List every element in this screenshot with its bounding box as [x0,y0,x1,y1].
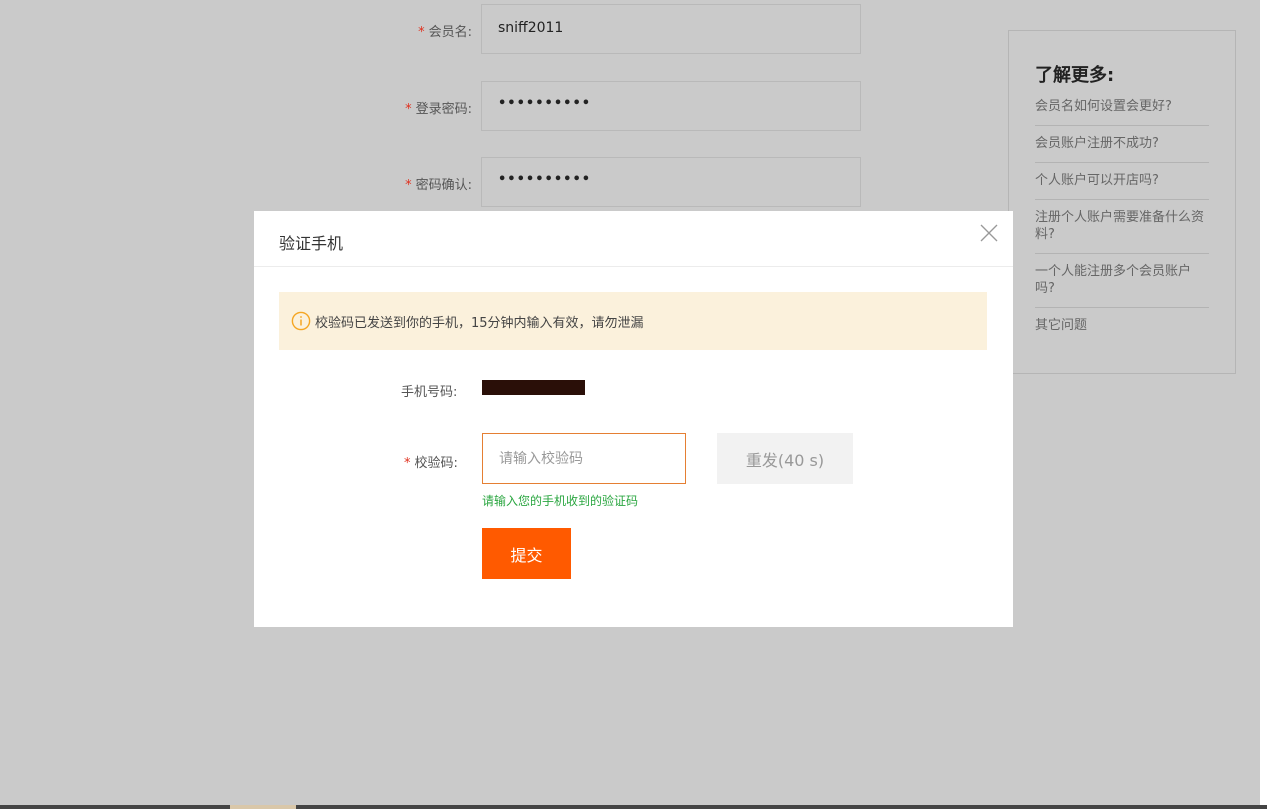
help-link-multiple-accounts[interactable]: 一个人能注册多个会员账户吗? [1035,254,1209,308]
page-bottom-border [0,805,1267,809]
password-label: * 登录密码: [405,102,472,117]
required-mark: * [405,178,412,193]
help-link-register-failed[interactable]: 会员账户注册不成功? [1035,126,1209,163]
page-bottom-accent [230,805,296,809]
password-input[interactable]: •••••••••• [481,81,861,131]
required-mark: * [404,456,411,471]
username-label: * 会员名: [418,25,472,40]
close-icon[interactable] [979,223,999,243]
required-mark: * [405,102,412,117]
help-panel: 了解更多: 会员名如何设置会更好? 会员账户注册不成功? 个人账户可以开店吗? … [1008,30,1236,374]
phone-number-redacted [482,380,585,395]
info-icon [291,311,311,331]
notice-text: 校验码已发送到你的手机，15分钟内输入有效，请勿泄漏 [315,315,644,331]
verification-code-hint: 请输入您的手机收到的验证码 [482,494,639,508]
dialog-title: 验证手机 [279,234,344,253]
help-title: 了解更多: [1035,65,1115,86]
verification-code-input[interactable] [482,433,686,484]
sms-sent-notice: 校验码已发送到你的手机，15分钟内输入有效，请勿泄漏 [279,292,987,350]
help-link-username-tips[interactable]: 会员名如何设置会更好? [1035,89,1209,126]
password-confirm-label: * 密码确认: [405,178,472,193]
verify-phone-dialog: 验证手机 校验码已发送到你的手机，15分钟内输入有效，请勿泄漏 手机号码: * 校… [254,211,1013,627]
help-link-other-questions[interactable]: 其它问题 [1035,308,1209,344]
help-link-required-docs[interactable]: 注册个人账户需要准备什么资料? [1035,200,1209,254]
help-link-open-shop[interactable]: 个人账户可以开店吗? [1035,163,1209,200]
password-confirm-row: * 密码确认: •••••••••• [0,157,870,209]
username-row: * 会员名: sniff2011 [0,4,870,56]
required-mark: * [418,25,425,40]
verification-code-label: * 校验码: [404,456,458,471]
password-row: * 登录密码: •••••••••• [0,81,870,133]
dialog-header: 验证手机 [254,211,1013,267]
password-confirm-input[interactable]: •••••••••• [481,157,861,207]
resend-code-button[interactable]: 重发(40 s) [717,433,853,484]
submit-button[interactable]: 提交 [482,528,571,579]
phone-number-label: 手机号码: [401,385,458,400]
username-input[interactable]: sniff2011 [481,4,861,54]
